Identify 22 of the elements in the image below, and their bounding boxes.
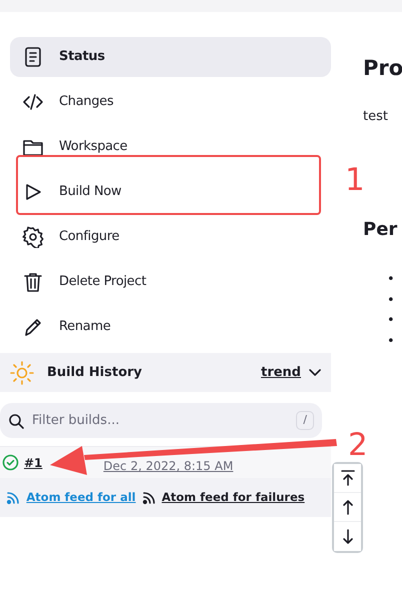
section-title: Build History <box>47 364 144 382</box>
build-date-link[interactable]: Dec 2, 2022, 8:15 AM <box>103 450 234 475</box>
annotation-number: 1 <box>345 165 365 196</box>
bullet: • <box>387 292 395 310</box>
bullet: • <box>387 332 395 351</box>
annotation-number: 2 <box>348 430 368 461</box>
description: test <box>363 108 389 126</box>
page-title: Pro <box>363 56 402 82</box>
trend-link[interactable]: trend <box>260 362 301 382</box>
menu-item[interactable]: Configure <box>10 217 331 257</box>
menu-item[interactable]: Status <box>10 37 331 77</box>
build-link[interactable]: #1 <box>24 454 42 472</box>
bullet: • <box>387 312 395 330</box>
shortcut-key: / <box>296 411 314 430</box>
bullet: • <box>387 271 395 290</box>
menu-item[interactable]: Changes <box>10 82 331 122</box>
menu-item[interactable]: Build Now <box>10 172 331 212</box>
menu-item[interactable]: Delete Project <box>10 262 331 302</box>
section-heading: Per <box>363 218 398 240</box>
menu-item[interactable]: Rename <box>10 307 331 347</box>
menu-item[interactable]: Workspace <box>10 127 331 167</box>
feed-link[interactable]: Atom feed for failures <box>162 488 305 506</box>
